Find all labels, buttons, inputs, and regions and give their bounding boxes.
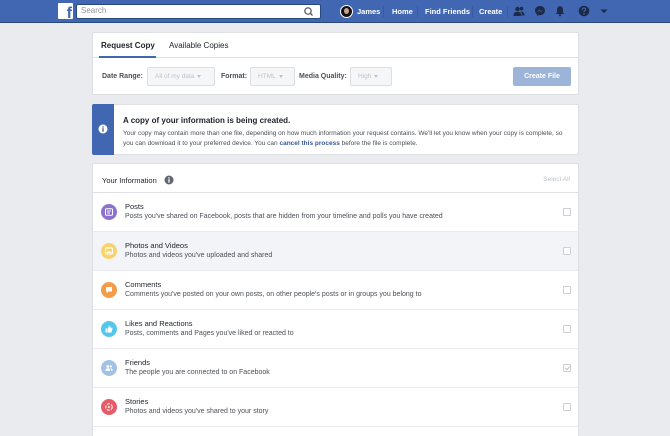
stories-icon [101,399,117,415]
chevron-down-icon [197,74,202,78]
avatar [340,5,353,18]
search-input[interactable]: Search [76,4,321,19]
notice-body: Your copy may contain more than one file… [123,129,571,149]
likes-icon [101,321,117,337]
tab-available-copies[interactable]: Available Copies [169,41,228,50]
row-checkbox[interactable] [563,403,571,411]
nav-divider [507,6,508,17]
format-value: HTML [258,73,276,80]
row-title: Comments [125,280,162,289]
row-description: The people you are connected to on Faceb… [125,369,270,376]
chevron-down-icon [374,74,379,78]
row-checkbox[interactable] [563,247,571,255]
notice-text-end: before the file is complete. [339,140,418,147]
comments-icon [101,282,117,298]
account-menu-icon[interactable] [598,5,610,17]
messenger-icon[interactable] [534,5,546,17]
profile-name: James [357,7,381,16]
media-quality-select[interactable]: High [350,67,392,86]
photos-icon [101,243,117,259]
info-tooltip-icon[interactable] [164,175,174,185]
info-row-friends[interactable]: Friends The people you are connected to … [93,349,578,388]
copy-in-progress-notice: A copy of your information is being crea… [92,104,579,155]
nav-home-link[interactable]: Home [392,7,413,16]
format-select[interactable]: HTML [250,67,295,86]
tab-bar: Request Copy Available Copies [93,33,578,58]
info-icon [98,124,108,134]
top-navigation-bar: f Search James Home Find Friends Create [0,0,670,23]
search-icon[interactable] [302,6,316,17]
search-placeholder: Search [81,6,107,15]
nav-create-link[interactable]: Create [479,7,502,16]
posts-icon [101,204,117,220]
row-description: Photos and videos you've shared to your … [125,408,269,415]
row-description: Photos and videos you've uploaded and sh… [125,252,273,259]
download-request-panel: Request Copy Available Copies Date Range… [92,32,579,95]
section-title: Your Information [102,176,157,185]
nav-divider [383,6,384,17]
row-checkbox[interactable] [563,364,571,372]
row-title: Photos and Videos [125,241,188,250]
info-row-photos-and-videos[interactable]: Photos and Videos Photos and videos you'… [93,232,578,271]
row-description: Comments you've posted on your own posts… [125,291,422,298]
media-quality-value: High [358,73,372,80]
profile-link[interactable]: James [340,4,380,19]
cancel-process-link[interactable]: cancel this process [279,140,339,147]
info-row-comments[interactable]: Comments Comments you've posted on your … [93,271,578,310]
notice-accent-bar [92,104,114,155]
create-file-button[interactable]: Create File [513,67,571,86]
info-row-likes-and-reactions[interactable]: Likes and Reactions Posts, comments and … [93,310,578,349]
facebook-logo-icon[interactable]: f [58,3,73,19]
date-range-select[interactable]: All of my data [147,67,215,86]
nav-divider [417,6,418,17]
your-information-panel: Your Information Select All Posts Posts … [92,163,579,436]
select-all-link[interactable]: Select All [543,176,570,183]
row-title: Stories [125,397,149,406]
date-range-value: All of my data [155,73,195,80]
friend-requests-icon[interactable] [513,5,525,17]
row-description: Posts you've shared on Facebook, posts t… [125,213,443,220]
row-checkbox[interactable] [563,325,571,333]
row-checkbox[interactable] [563,286,571,294]
row-checkbox[interactable] [563,208,571,216]
friends-icon [101,360,117,376]
notice-title: A copy of your information is being crea… [123,116,291,125]
tab-request-copy[interactable]: Request Copy [101,41,155,50]
nav-find-friends-link[interactable]: Find Friends [425,7,470,16]
info-row-posts[interactable]: Posts Posts you've shared on Facebook, p… [93,193,578,232]
active-tab-indicator [99,56,156,58]
row-title: Posts [125,202,144,211]
nav-divider [472,6,473,17]
row-description: Posts, comments and Pages you've liked o… [125,330,294,337]
help-icon[interactable] [578,5,590,17]
date-range-label: Date Range: [102,73,143,80]
chevron-down-icon [278,74,283,78]
row-title: Likes and Reactions [125,319,193,328]
row-title: Friends [125,358,151,367]
format-label: Format: [221,73,248,80]
notifications-icon[interactable] [554,5,566,17]
media-quality-label: Media Quality: [299,73,347,80]
info-row-stories[interactable]: Stories Photos and videos you've shared … [93,388,578,427]
info-header: Your Information Select All [93,164,578,193]
